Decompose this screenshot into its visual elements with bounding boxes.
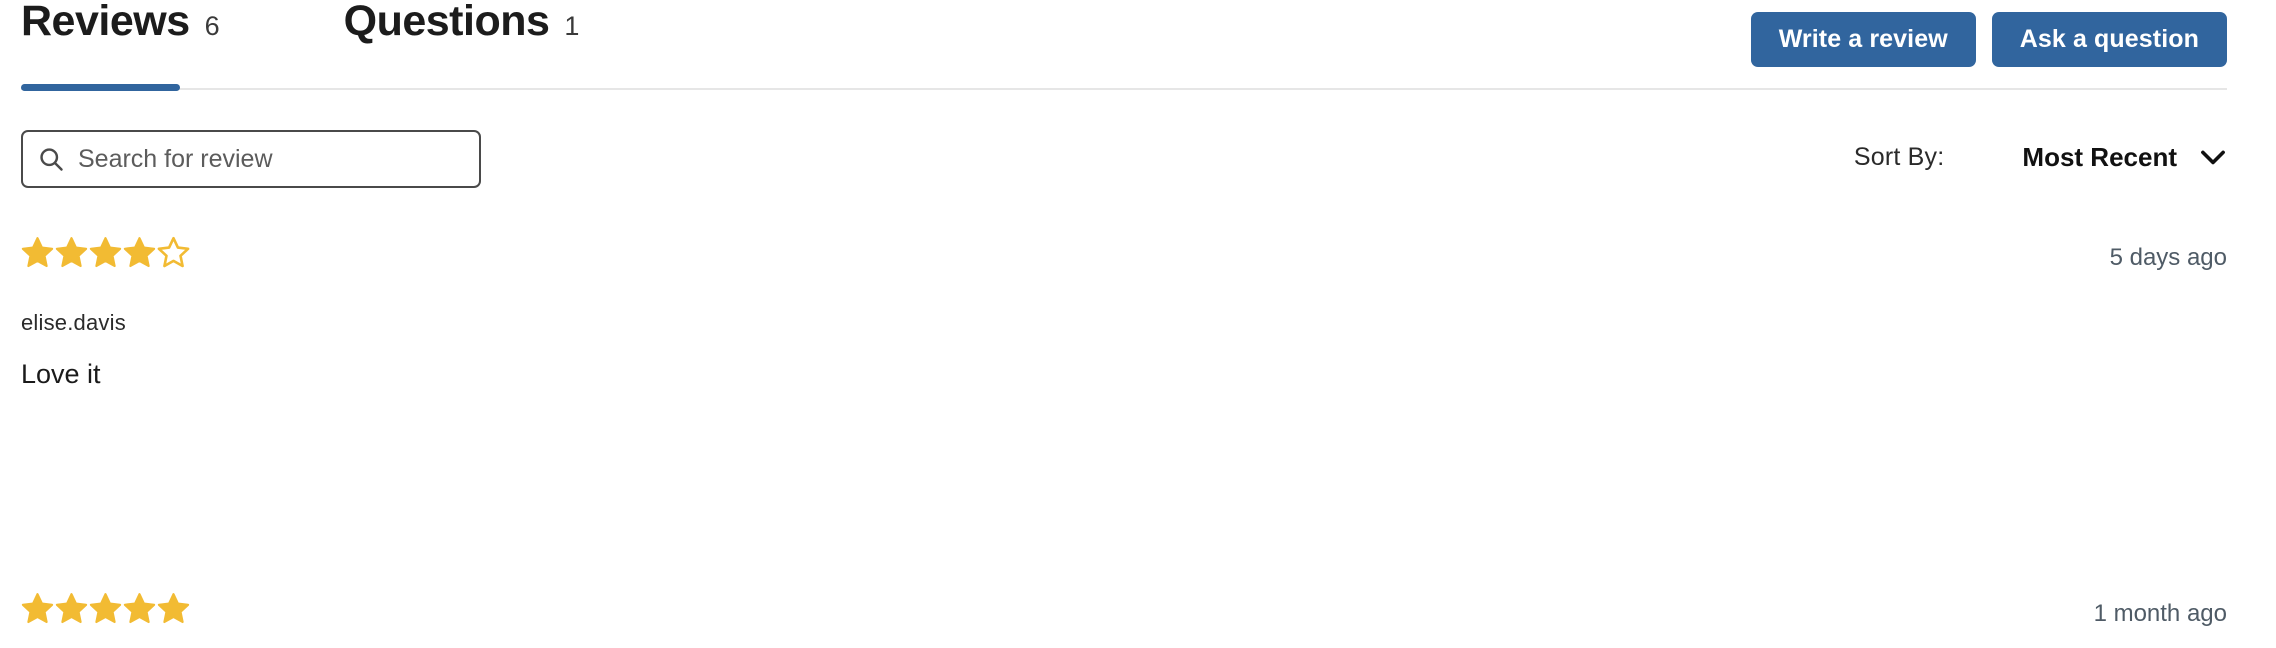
tab-questions-label: Questions bbox=[343, 0, 550, 45]
header-actions: Write a review Ask a question bbox=[1750, 12, 2227, 67]
tab-questions[interactable]: Questions 1 bbox=[344, 0, 580, 43]
star-filled-icon bbox=[21, 237, 54, 268]
tab-questions-count: 1 bbox=[564, 11, 580, 41]
star-filled-icon bbox=[123, 237, 156, 268]
search-box[interactable] bbox=[21, 130, 481, 188]
sort-control[interactable]: Sort By: Most Recent bbox=[1854, 142, 2227, 173]
star-empty-icon bbox=[157, 236, 190, 268]
reviews-page: Reviews 6 Questions 1 Write a review Ask… bbox=[0, 0, 2276, 627]
chevron-down-icon[interactable] bbox=[2199, 149, 2227, 167]
rating-stars bbox=[21, 236, 190, 269]
search-input[interactable] bbox=[78, 141, 465, 177]
review-header: 1 month ago bbox=[0, 592, 2276, 648]
write-review-button[interactable]: Write a review bbox=[1750, 12, 1976, 67]
review-header: 5 days ago bbox=[0, 236, 2276, 292]
header-divider bbox=[21, 88, 2227, 90]
star-filled-icon bbox=[89, 593, 122, 624]
tab-reviews-count: 6 bbox=[204, 11, 220, 41]
review-item: 1 month ago bbox=[0, 592, 2276, 648]
sort-by-label: Sort By: bbox=[1853, 143, 1945, 171]
ask-question-button[interactable]: Ask a question bbox=[1991, 12, 2227, 67]
star-filled-icon bbox=[123, 593, 156, 624]
tab-reviews[interactable]: Reviews 6 bbox=[21, 0, 220, 43]
review-timestamp: 5 days ago bbox=[2109, 244, 2227, 271]
tab-reviews-label: Reviews bbox=[21, 0, 190, 45]
review-author: elise.davis bbox=[21, 310, 126, 335]
reviews-list: 5 days ago elise.davis Love it 1 month a… bbox=[0, 236, 2276, 627]
review-timestamp: 1 month ago bbox=[2093, 600, 2227, 627]
star-filled-icon bbox=[157, 593, 190, 624]
star-filled-icon bbox=[21, 593, 54, 624]
star-filled-icon bbox=[55, 593, 88, 624]
tab-list: Reviews 6 Questions 1 bbox=[21, 0, 579, 43]
controls-row: Sort By: Most Recent bbox=[0, 130, 2276, 190]
star-filled-icon bbox=[55, 237, 88, 268]
search-icon bbox=[40, 148, 63, 171]
tab-bar: Reviews 6 Questions 1 Write a review Ask… bbox=[0, 0, 2276, 103]
active-tab-indicator bbox=[21, 84, 180, 91]
rating-stars bbox=[21, 592, 190, 625]
sort-selected-value[interactable]: Most Recent bbox=[2022, 142, 2177, 173]
review-item: 5 days ago elise.davis Love it bbox=[0, 236, 2276, 414]
review-body: Love it bbox=[21, 359, 101, 389]
star-filled-icon bbox=[89, 237, 122, 268]
